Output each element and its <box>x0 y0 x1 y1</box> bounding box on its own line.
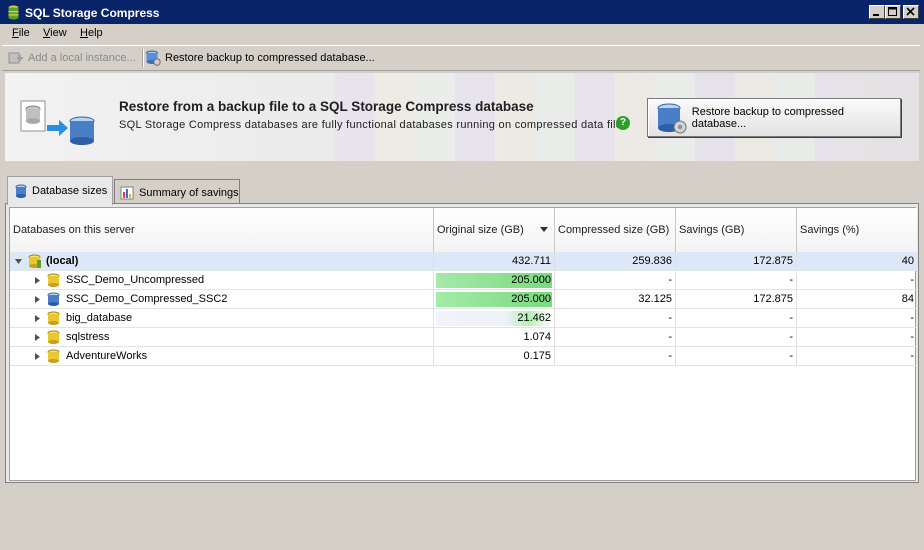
column-header-compressed-size[interactable]: Compressed size (GB) <box>555 208 676 252</box>
savings-gb-cell: - <box>676 328 797 346</box>
savings-pct-cell: - <box>910 350 914 362</box>
expand-arrow-icon[interactable] <box>34 352 41 360</box>
banner-description: SQL Storage Compress databases are fully… <box>119 119 629 131</box>
savings-gb-cell: 172.875 <box>676 252 797 270</box>
table-row[interactable]: SSC_Demo_Compressed_SSC2 205.000 32.125 172… <box>10 290 917 309</box>
db-yellow-icon <box>47 273 60 287</box>
menu-bar: File View Help <box>2 24 922 44</box>
column-header-original-size[interactable]: Original size (GB) <box>434 208 555 252</box>
column-header-savings-gb[interactable]: Savings (GB) <box>676 208 797 252</box>
collapse-arrow-icon[interactable] <box>15 258 22 265</box>
savings-pct-cell: 40 <box>901 255 914 267</box>
original-size-cell: 432.711 <box>434 252 555 270</box>
restore-backup-toolbar-button[interactable]: Restore backup to compressed database... <box>145 49 375 67</box>
original-size-cell: 205.000 <box>434 290 555 308</box>
backup-to-database-icon <box>20 100 95 145</box>
table-row[interactable]: AdventureWorks 0.175- - - <box>10 347 917 366</box>
add-server-icon <box>8 52 23 64</box>
minimize-icon <box>873 14 879 16</box>
restore-database-icon <box>146 50 161 66</box>
original-size-cell: 0.175 <box>434 347 555 365</box>
database-icon <box>15 184 27 198</box>
compressed-size-cell: - <box>555 309 676 327</box>
db-yellow-icon <box>47 349 60 363</box>
name-cell: AdventureWorks <box>10 347 434 365</box>
name-cell: SSC_Demo_Compressed_SSC2 <box>10 290 434 308</box>
db-blue-icon <box>47 292 60 306</box>
toolbar-separator <box>142 49 144 67</box>
app-database-icon <box>8 5 19 20</box>
banner-title: Restore from a backup file to a SQL Stor… <box>119 99 534 114</box>
restore-backup-button-label: Restore backup to compressed database... <box>691 105 845 130</box>
maximize-icon <box>888 7 897 16</box>
title-bar: SQL Storage Compress <box>0 0 924 24</box>
window-title: SQL Storage Compress <box>25 6 160 20</box>
original-size-cell: 205.000 <box>434 271 555 289</box>
grid-header: Databases on this server Original size (… <box>10 208 917 253</box>
table-row[interactable]: SSC_Demo_Uncompressed 205.000- - - <box>10 271 917 290</box>
expand-arrow-icon[interactable] <box>34 333 41 341</box>
restore-backup-button[interactable]: Restore backup to compressed database... <box>647 98 901 137</box>
db-yellow-icon <box>47 311 60 325</box>
expand-arrow-icon[interactable] <box>34 295 41 303</box>
menu-file[interactable]: File <box>12 27 30 39</box>
name-cell: big_database <box>10 309 434 327</box>
original-size-cell: 1.074 <box>434 328 555 346</box>
expand-arrow-icon[interactable] <box>34 276 41 284</box>
savings-gb-cell: - <box>676 271 797 289</box>
server-database-icon <box>28 254 41 268</box>
add-local-instance-button[interactable]: Add a local instance... <box>8 49 136 67</box>
savings-pct-cell: 84 <box>901 293 914 305</box>
toolbar: Add a local instance... Restore backup t… <box>2 45 920 71</box>
bottom-area <box>0 487 924 550</box>
tab-summary-of-savings[interactable]: Summary of savings <box>114 179 240 205</box>
row-name: sqlstress <box>66 331 110 343</box>
view-tabs: Database sizes Summary of savings <box>5 176 919 205</box>
bar-chart-icon <box>120 186 134 199</box>
close-button[interactable] <box>903 5 919 19</box>
savings-pct-cell: - <box>910 331 914 343</box>
close-icon <box>906 7 915 16</box>
compressed-size-cell: - <box>555 347 676 365</box>
menu-view[interactable]: View <box>43 27 67 39</box>
restore-banner: Restore from a backup file to a SQL Stor… <box>5 73 919 161</box>
compressed-size-cell: 32.125 <box>555 290 676 308</box>
sort-descending-icon <box>540 227 548 232</box>
compressed-size-cell: 259.836 <box>555 252 676 270</box>
tab-database-sizes[interactable]: Database sizes <box>7 176 113 205</box>
savings-gb-cell: - <box>676 309 797 327</box>
help-icon[interactable]: ? <box>616 116 630 130</box>
name-cell: SSC_Demo_Uncompressed <box>10 271 434 289</box>
table-row[interactable]: big_database 21.462- - - <box>10 309 917 328</box>
compressed-size-cell: - <box>555 271 676 289</box>
expand-arrow-icon[interactable] <box>34 314 41 322</box>
database-sizes-panel: Databases on this server Original size (… <box>5 203 919 483</box>
name-cell: sqlstress <box>10 328 434 346</box>
table-row[interactable]: sqlstress 1.074- - - <box>10 328 917 347</box>
restore-database-large-icon <box>657 103 687 133</box>
column-header-savings-pct[interactable]: Savings (%) <box>797 208 917 252</box>
menu-help[interactable]: Help <box>80 27 103 39</box>
database-grid: Databases on this server Original size (… <box>9 207 917 481</box>
row-name: (local) <box>46 255 79 267</box>
compressed-size-cell: - <box>555 328 676 346</box>
db-yellow-icon <box>47 330 60 344</box>
name-cell: (local) <box>10 252 434 270</box>
row-name: AdventureWorks <box>66 350 148 362</box>
row-name: SSC_Demo_Uncompressed <box>66 274 205 286</box>
savings-pct-cell: - <box>910 312 914 324</box>
row-name: big_database <box>66 312 133 324</box>
table-row-local[interactable]: (local) 432.711 259.836 172.875 40 <box>10 252 917 271</box>
minimize-button[interactable] <box>869 5 885 19</box>
savings-gb-cell: - <box>676 347 797 365</box>
row-name: SSC_Demo_Compressed_SSC2 <box>66 293 228 305</box>
savings-gb-cell: 172.875 <box>676 290 797 308</box>
original-size-cell: 21.462 <box>434 309 555 327</box>
savings-pct-cell: - <box>910 274 914 286</box>
column-header-databases[interactable]: Databases on this server <box>10 208 434 252</box>
maximize-button[interactable] <box>885 5 901 19</box>
